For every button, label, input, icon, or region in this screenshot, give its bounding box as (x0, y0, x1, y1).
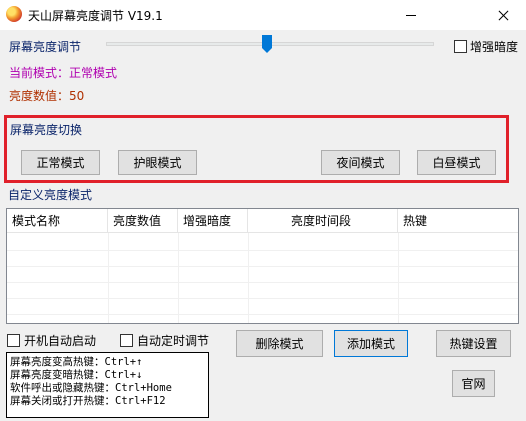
add-mode-button[interactable]: 添加模式 (334, 330, 408, 357)
table-column-divider (108, 233, 109, 323)
hotkey-info-line: 屏幕关闭或打开热键：Ctrl+F12 (10, 395, 166, 407)
title-bar: 天山屏幕亮度调节 V19.1 (0, 0, 526, 30)
enhance-dark-checkbox[interactable] (454, 40, 467, 53)
minimize-button[interactable] (388, 0, 434, 30)
autostart-checkbox[interactable] (7, 334, 20, 347)
table-row-divider (7, 298, 518, 299)
table-column-divider (178, 233, 179, 323)
custom-mode-table[interactable]: 模式名称 亮度数值 增强暗度 亮度时间段 热键 (6, 208, 519, 324)
brightness-switch-title: 屏幕亮度切换 (10, 123, 83, 137)
hotkey-info-line: 软件呼出或隐藏热键：Ctrl+Home (10, 382, 172, 394)
autostart-label: 开机自动启动 (24, 334, 97, 348)
custom-mode-title: 自定义亮度模式 (8, 188, 93, 202)
hotkey-info-line: 屏幕亮度变暗热键：Ctrl+↓ (10, 369, 143, 381)
brightness-slider-label: 屏幕亮度调节 (9, 40, 82, 54)
column-header-enhance-dark[interactable]: 增强暗度 (178, 209, 248, 233)
brightness-value-text: 亮度数值：50 (9, 89, 85, 103)
hotkey-settings-button[interactable]: 热键设置 (436, 330, 511, 357)
hotkey-info-line: 屏幕亮度变高热键：Ctrl+↑ (10, 356, 143, 368)
table-row-divider (7, 314, 518, 315)
current-mode-text: 当前模式：正常模式 (9, 66, 118, 80)
timed-adjust-checkbox[interactable] (120, 334, 133, 347)
hotkey-info-box: 屏幕亮度变高热键：Ctrl+↑ 屏幕亮度变暗热键：Ctrl+↓ 软件呼出或隐藏热… (6, 352, 209, 418)
table-row-divider (7, 282, 518, 283)
table-row-divider (7, 250, 518, 251)
brightness-slider-thumb[interactable] (262, 35, 272, 53)
table-column-divider (398, 233, 399, 323)
enhance-dark-label: 增强暗度 (470, 40, 519, 54)
night-mode-button[interactable]: 夜间模式 (321, 150, 400, 175)
delete-mode-button[interactable]: 删除模式 (236, 330, 323, 357)
window-title: 天山屏幕亮度调节 V19.1 (28, 9, 163, 23)
timed-adjust-label: 自动定时调节 (137, 334, 210, 348)
column-header-time-range[interactable]: 亮度时间段 (248, 209, 398, 233)
eye-care-mode-button[interactable]: 护眼模式 (118, 150, 197, 175)
website-button[interactable]: 官网 (452, 370, 495, 397)
daylight-mode-button[interactable]: 白昼模式 (417, 150, 496, 175)
column-header-hotkey[interactable]: 热键 (398, 209, 518, 233)
normal-mode-button[interactable]: 正常模式 (21, 150, 100, 175)
app-logo-icon (6, 6, 22, 22)
table-header: 模式名称 亮度数值 增强暗度 亮度时间段 热键 (7, 209, 518, 233)
table-row-divider (7, 266, 518, 267)
column-header-brightness[interactable]: 亮度数值 (108, 209, 178, 233)
close-button[interactable] (480, 0, 526, 30)
column-header-mode-name[interactable]: 模式名称 (7, 209, 108, 233)
table-column-divider (248, 233, 249, 323)
